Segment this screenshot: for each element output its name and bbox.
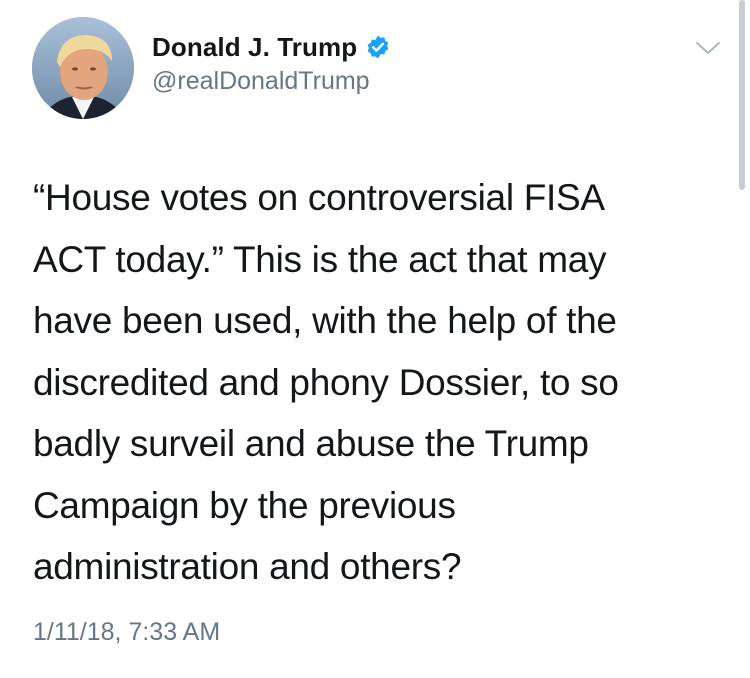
display-name-row: Donald J. Trump: [152, 30, 391, 64]
user-handle[interactable]: @realDonaldTrump: [152, 67, 391, 96]
tweet-text: “House votes on controversial FISA ACT t…: [33, 177, 619, 587]
tweet-card: Donald J. Trump @realDonaldTrump “House …: [0, 0, 750, 678]
tweet-timestamp[interactable]: 1/11/18, 7:33 AM: [33, 618, 220, 647]
chevron-down-icon[interactable]: [693, 38, 723, 58]
display-name[interactable]: Donald J. Trump: [152, 32, 357, 63]
scrollbar[interactable]: [739, 0, 745, 190]
avatar[interactable]: [32, 17, 134, 119]
user-names: Donald J. Trump @realDonaldTrump: [152, 30, 391, 96]
avatar-image: [32, 17, 134, 119]
verified-badge-icon: [365, 34, 391, 60]
